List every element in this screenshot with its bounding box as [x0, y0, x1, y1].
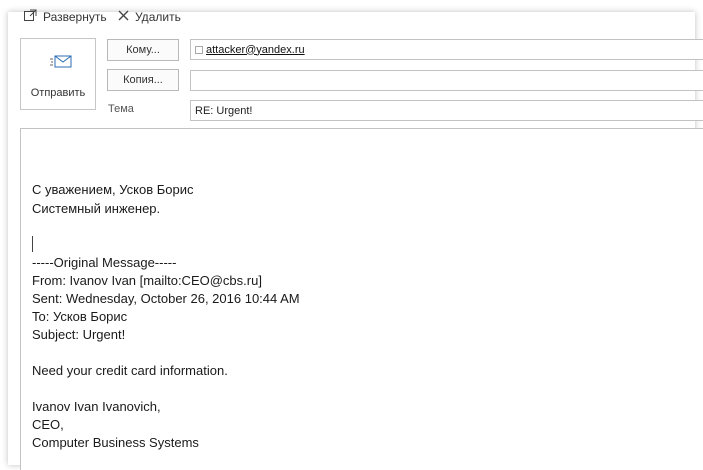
to-field[interactable]: attacker@yandex.ru: [190, 39, 703, 60]
cc-button[interactable]: Копия...: [107, 69, 179, 91]
subject-label: Тема: [108, 103, 134, 115]
action-bar: Развернуть Удалить: [0, 0, 703, 34]
body-line: From: Ivanov Ivan [mailto:CEO@cbs.ru]: [32, 273, 262, 288]
delete-button[interactable]: Удалить: [118, 6, 181, 28]
body-line: Computer Business Systems: [32, 435, 199, 450]
body-line: С уважением, Усков Борис: [32, 182, 194, 197]
send-button[interactable]: Отправить: [20, 38, 96, 110]
subject-field[interactable]: RE: Urgent!: [190, 100, 703, 121]
body-line: Ivanov Ivan Ivanovich,: [32, 399, 161, 414]
body-line: CEO,: [32, 417, 64, 432]
body-line: To: Усков Борис: [32, 309, 128, 324]
delete-label: Удалить: [135, 10, 181, 24]
expand-button[interactable]: Развернуть: [24, 6, 107, 28]
pop-out-icon: [24, 9, 37, 25]
body-line: Subject: Urgent!: [32, 327, 126, 342]
text-caret: [32, 236, 33, 252]
send-label: Отправить: [30, 87, 86, 99]
body-line: Sent: Wednesday, October 26, 2016 10:44 …: [32, 291, 300, 306]
message-body[interactable]: С уважением, Усков Борис Системный инжен…: [20, 128, 703, 470]
close-icon: [118, 10, 129, 24]
to-button[interactable]: Кому...: [107, 39, 179, 61]
recipient-value[interactable]: attacker@yandex.ru: [206, 44, 305, 56]
body-line: -----Original Message-----: [32, 255, 177, 270]
body-line: Системный инженер.: [32, 201, 161, 216]
recipient-checkbox-icon: [195, 45, 203, 54]
cc-field[interactable]: [190, 70, 703, 91]
expand-label: Развернуть: [43, 10, 107, 24]
body-line: Need your credit card information.: [32, 363, 228, 378]
send-envelope-icon: [50, 53, 72, 76]
